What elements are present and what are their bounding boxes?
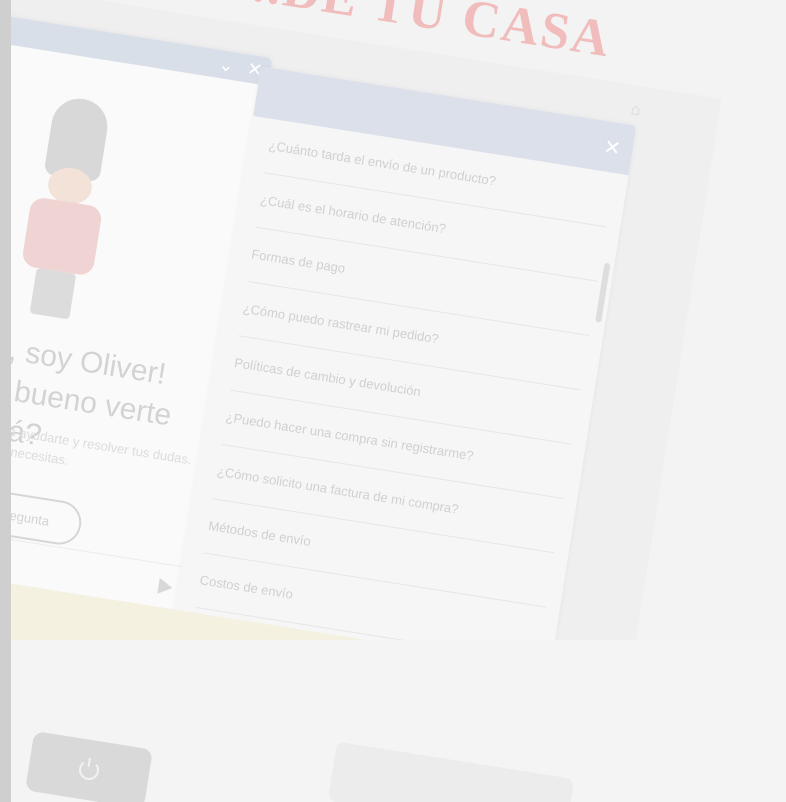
send-icon[interactable] bbox=[157, 577, 174, 596]
chevron-down-icon[interactable]: ⌄ bbox=[217, 53, 235, 76]
power-icon bbox=[77, 758, 101, 782]
mascot-illustration bbox=[11, 90, 143, 326]
ask-question-button[interactable]: Hacer pregunta bbox=[11, 480, 85, 548]
left-edge-strip bbox=[0, 0, 11, 802]
laptop-scene: ...DE TU CASA ⌂ ⌄ ✕ ¡Hola, soy Oliver! ¿… bbox=[11, 0, 786, 802]
mascot-body bbox=[20, 196, 104, 277]
close-icon[interactable]: ✕ bbox=[602, 134, 622, 161]
mascot-legs bbox=[29, 267, 77, 320]
chat-header: ⌄ ✕ bbox=[11, 11, 273, 86]
banner-title: ...DE TU CASA bbox=[234, 0, 616, 69]
user-icon: ⌂ bbox=[629, 100, 642, 120]
